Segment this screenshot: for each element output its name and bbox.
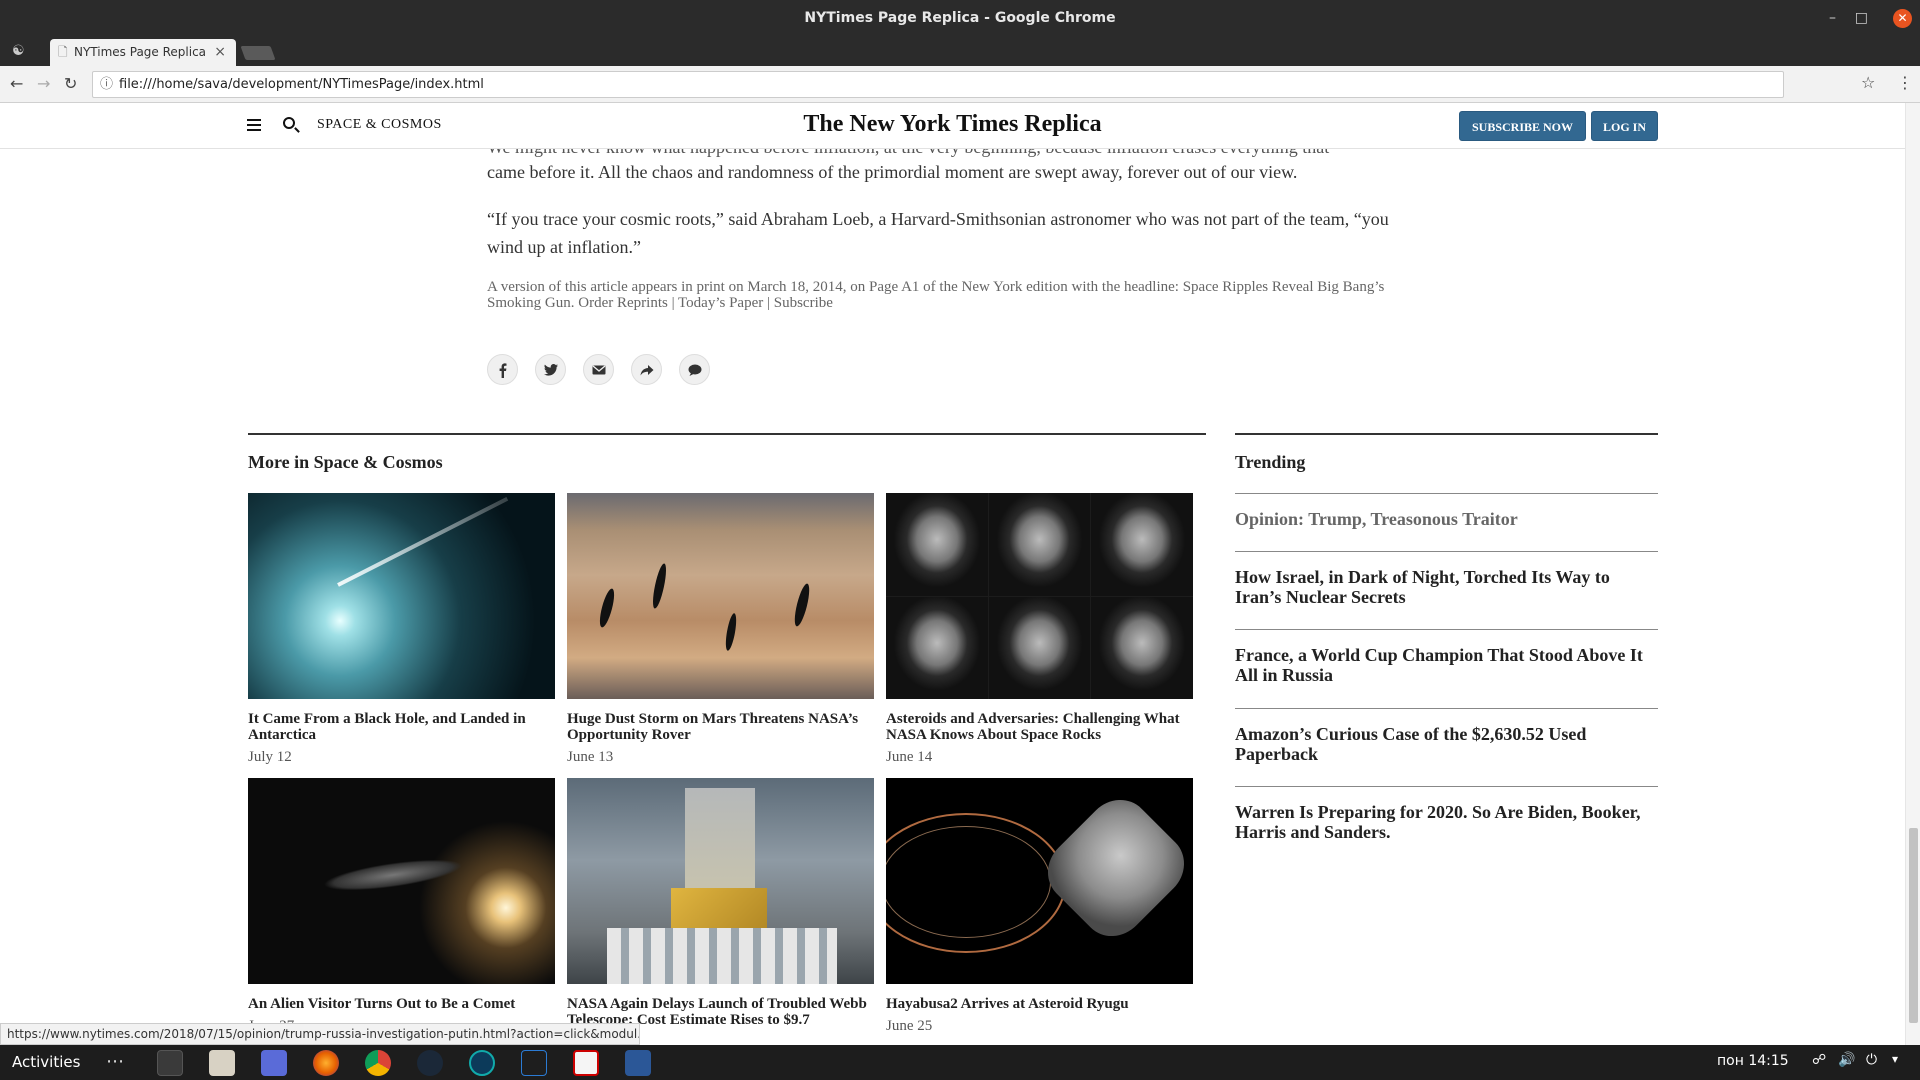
twitter-icon[interactable]: [535, 354, 566, 385]
story-caption[interactable]: An Alien Visitor Turns Out to Be a Comet: [248, 996, 555, 1012]
network-icon[interactable]: ☍: [1812, 1052, 1826, 1068]
window-title: NYTimes Page Replica - Google Chrome: [804, 10, 1116, 26]
story-card[interactable]: It Came From a Black Hole, and Landed in…: [248, 493, 555, 766]
spreadsheet-app-icon[interactable]: [573, 1050, 599, 1076]
chrome-icon[interactable]: [365, 1050, 391, 1076]
webb-telescope-image[interactable]: [567, 778, 874, 984]
article-paragraph-line: came before it. All the chaos and random…: [487, 162, 1298, 182]
story-date: June 25: [886, 1018, 933, 1034]
keepass-icon[interactable]: [469, 1050, 495, 1076]
page-viewport: SPACE & COSMOS The New York Times Replic…: [0, 103, 1905, 1045]
address-bar[interactable]: ⓘ file:///home/sava/development/NYTimesP…: [92, 71, 1784, 98]
maximize-icon[interactable]: □: [1855, 0, 1868, 37]
steam-icon[interactable]: [417, 1050, 443, 1076]
close-tab-icon[interactable]: ×: [214, 39, 226, 66]
story-card[interactable]: Asteroids and Adversaries: Challenging W…: [886, 493, 1193, 766]
login-button[interactable]: LOG IN: [1591, 111, 1658, 141]
story-card[interactable]: An Alien Visitor Turns Out to Be a Comet…: [248, 778, 555, 1035]
activities-button[interactable]: Activities: [12, 1053, 80, 1071]
asteroid-radar-image[interactable]: [886, 493, 1193, 699]
volume-icon[interactable]: 🔊: [1838, 1052, 1855, 1068]
menu-dots-icon[interactable]: ⋮: [1897, 73, 1913, 92]
new-tab-button[interactable]: [240, 46, 276, 60]
incognito-icon[interactable]: ☯: [12, 43, 25, 59]
trending-separator: [1235, 786, 1658, 787]
screenshot-app-icon[interactable]: [261, 1050, 287, 1076]
print-note: A version of this article appears in pri…: [487, 279, 1385, 311]
story-date: June 14: [886, 749, 933, 765]
facebook-icon[interactable]: [487, 354, 518, 385]
trending-separator: [1235, 493, 1658, 494]
trending-item[interactable]: How Israel, in Dark of Night, Torched It…: [1235, 567, 1658, 607]
story-card[interactable]: Hayabusa2 Arrives at Asteroid Ryugu June…: [886, 778, 1193, 1035]
vscode-icon[interactable]: [521, 1050, 547, 1076]
tab-nytimes[interactable]: 🗋 NYTimes Page Replica ×: [50, 39, 236, 66]
story-caption[interactable]: Asteroids and Adversaries: Challenging W…: [886, 711, 1193, 743]
site-header: SPACE & COSMOS The New York Times Replic…: [0, 103, 1905, 149]
story-caption[interactable]: It Came From a Black Hole, and Landed in…: [248, 711, 555, 743]
back-icon[interactable]: ←: [10, 74, 23, 93]
email-icon[interactable]: [583, 354, 614, 385]
bookmark-star-icon[interactable]: ☆: [1861, 73, 1875, 92]
status-bubble: https://www.nytimes.com/2018/07/15/opini…: [0, 1023, 640, 1045]
comment-icon[interactable]: [679, 354, 710, 385]
files-icon[interactable]: [209, 1050, 235, 1076]
tab-label: NYTimes Page Replica: [74, 45, 207, 59]
info-icon[interactable]: ⓘ: [100, 72, 113, 97]
subscribe-button[interactable]: SUBSCRIBE NOW: [1459, 111, 1586, 141]
reload-icon[interactable]: ↻: [64, 74, 77, 93]
forward-icon[interactable]: →: [37, 74, 50, 93]
trending-separator: [1235, 629, 1658, 630]
trending-separator: [1235, 551, 1658, 552]
power-icon[interactable]: ⏻: [1866, 1052, 1877, 1068]
browser-toolbar: ← → ↻ ⓘ file:///home/sava/development/NY…: [0, 66, 1920, 103]
page-icon: 🗋: [58, 45, 68, 59]
story-date: June 13: [567, 749, 614, 765]
more-section-title[interactable]: More in Space & Cosmos: [248, 452, 443, 473]
mars-dust-storm-image[interactable]: [567, 493, 874, 699]
os-taskbar: Activities ⋯ пон 14:15 ☍ 🔊 ⏻ ▾: [0, 1045, 1920, 1080]
firefox-icon[interactable]: [313, 1050, 339, 1076]
section-divider: [248, 433, 1206, 435]
url-text: file:///home/sava/development/NYTimesPag…: [119, 77, 484, 92]
story-caption[interactable]: Hayabusa2 Arrives at Asteroid Ryugu: [886, 996, 1193, 1012]
minimize-icon[interactable]: –: [1829, 0, 1836, 37]
trending-item[interactable]: France, a World Cup Champion That Stood …: [1235, 645, 1658, 685]
comet-image[interactable]: [248, 778, 555, 984]
story-date: July 12: [248, 749, 292, 765]
window-titlebar: NYTimes Page Replica - Google Chrome – □…: [0, 0, 1920, 37]
trending-item[interactable]: Amazon’s Curious Case of the $2,630.52 U…: [1235, 724, 1658, 764]
close-window-icon[interactable]: ✕: [1893, 9, 1912, 28]
page-scrollbar[interactable]: [1905, 103, 1920, 1045]
trending-divider: [1235, 433, 1658, 435]
trending-separator: [1235, 708, 1658, 709]
ryugu-asteroid-image[interactable]: [886, 778, 1193, 984]
story-card[interactable]: NASA Again Delays Launch of Troubled Web…: [567, 778, 874, 1034]
word-app-icon[interactable]: [625, 1050, 651, 1076]
black-hole-image[interactable]: [248, 493, 555, 699]
app-grid-icon[interactable]: ⋯: [106, 1051, 124, 1072]
tab-strip: ☯ 🗋 NYTimes Page Replica ×: [0, 37, 1920, 66]
share-icon[interactable]: [631, 354, 662, 385]
story-card[interactable]: Huge Dust Storm on Mars Threatens NASA’s…: [567, 493, 874, 766]
terminal-icon[interactable]: [157, 1050, 183, 1076]
trending-title: Trending: [1235, 452, 1306, 472]
scrollbar-thumb[interactable]: [1909, 828, 1918, 1023]
story-caption[interactable]: Huge Dust Storm on Mars Threatens NASA’s…: [567, 711, 874, 743]
trending-item[interactable]: Warren Is Preparing for 2020. So Are Bid…: [1235, 802, 1658, 842]
system-menu-arrow-icon[interactable]: ▾: [1892, 1052, 1898, 1066]
clock[interactable]: пон 14:15: [1717, 1053, 1789, 1069]
trending-item[interactable]: Opinion: Trump, Treasonous Traitor: [1235, 509, 1658, 529]
article-paragraph: “If you trace your cosmic roots,” said A…: [487, 209, 1389, 257]
